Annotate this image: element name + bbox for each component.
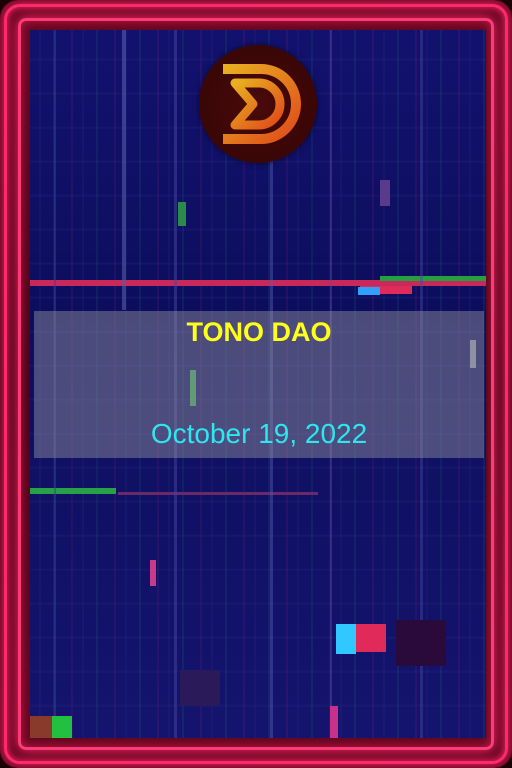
glitch-block [150,560,156,586]
glitch-block [30,716,52,738]
card-date: October 19, 2022 [150,418,368,449]
glitch-line [118,492,318,495]
glitch-block [336,624,356,654]
glitch-line [122,30,126,310]
glitch-block [52,716,72,738]
card-title: TONO DAO [186,317,332,347]
title-banner: TONO DAO October 19, 2022 [34,311,484,458]
glitch-block [330,706,338,738]
glitch-line [358,287,380,295]
glitch-line [30,488,116,494]
tono-dao-logo [199,45,317,163]
glitch-block [396,620,446,666]
logo-icon [223,64,301,144]
glitch-line [380,276,486,281]
glitch-block [180,670,220,706]
glitch-block [178,202,186,226]
nft-card: TONO DAO October 19, 2022 [0,0,512,768]
glitch-block [356,624,386,652]
glitch-block [380,180,390,206]
